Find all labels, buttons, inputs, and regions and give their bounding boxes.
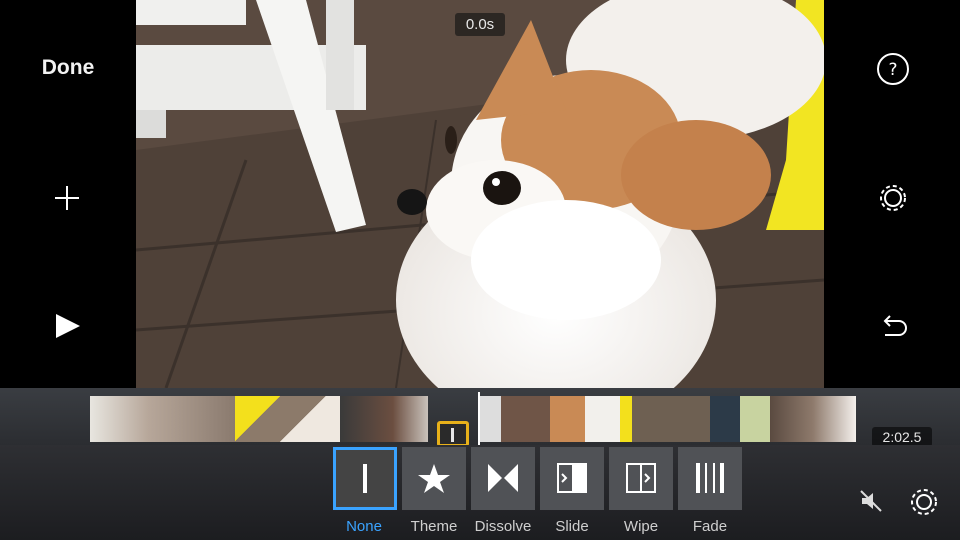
speaker-muted-icon[interactable] bbox=[858, 488, 884, 514]
right-sidebar: ? bbox=[824, 0, 960, 388]
timeline-clip[interactable] bbox=[90, 396, 235, 442]
timeline-clip[interactable] bbox=[620, 396, 770, 442]
transition-slide-label: Slide bbox=[555, 518, 589, 535]
transition-wipe-button[interactable] bbox=[609, 447, 673, 510]
help-icon[interactable]: ? bbox=[876, 52, 910, 86]
fade-icon bbox=[696, 463, 724, 493]
transition-dissolve-button[interactable] bbox=[471, 447, 535, 510]
transition-none-button[interactable] bbox=[333, 447, 397, 510]
transition-wipe-label: Wipe bbox=[623, 518, 659, 535]
gear-icon[interactable] bbox=[876, 181, 910, 215]
none-transition-icon bbox=[363, 464, 367, 493]
playhead[interactable] bbox=[478, 392, 480, 445]
plus-icon[interactable] bbox=[52, 183, 82, 213]
play-icon[interactable] bbox=[52, 311, 82, 341]
transition-fade-label: Fade bbox=[692, 518, 728, 535]
svg-text:?: ? bbox=[888, 60, 897, 80]
transition-theme-button[interactable] bbox=[402, 447, 466, 510]
transition-dissolve-label: Dissolve bbox=[474, 518, 532, 535]
transition-none-label: None bbox=[346, 518, 382, 535]
timeline-clip[interactable] bbox=[770, 396, 856, 442]
preview-photo bbox=[136, 0, 824, 388]
gear-icon[interactable] bbox=[908, 486, 940, 518]
transition-theme-label: Theme bbox=[410, 518, 458, 535]
dissolve-icon bbox=[488, 464, 518, 492]
done-button[interactable]: Done bbox=[0, 56, 136, 80]
project-duration: 2:02.5 bbox=[872, 427, 932, 447]
undo-icon[interactable] bbox=[877, 311, 909, 341]
transition-fade-button[interactable] bbox=[678, 447, 742, 510]
timeline[interactable] bbox=[0, 388, 960, 445]
left-sidebar: Done bbox=[0, 0, 136, 388]
timeline-clip[interactable] bbox=[235, 396, 340, 442]
playback-time: 0.0s bbox=[455, 13, 505, 36]
star-icon bbox=[418, 464, 450, 493]
video-preview[interactable]: 0.0s bbox=[136, 0, 824, 388]
timeline-clip[interactable] bbox=[340, 396, 428, 442]
slide-icon bbox=[557, 463, 587, 493]
transition-marker[interactable] bbox=[437, 421, 469, 447]
wipe-icon bbox=[626, 463, 656, 493]
timeline-clip[interactable] bbox=[480, 396, 620, 442]
transition-slide-button[interactable] bbox=[540, 447, 604, 510]
